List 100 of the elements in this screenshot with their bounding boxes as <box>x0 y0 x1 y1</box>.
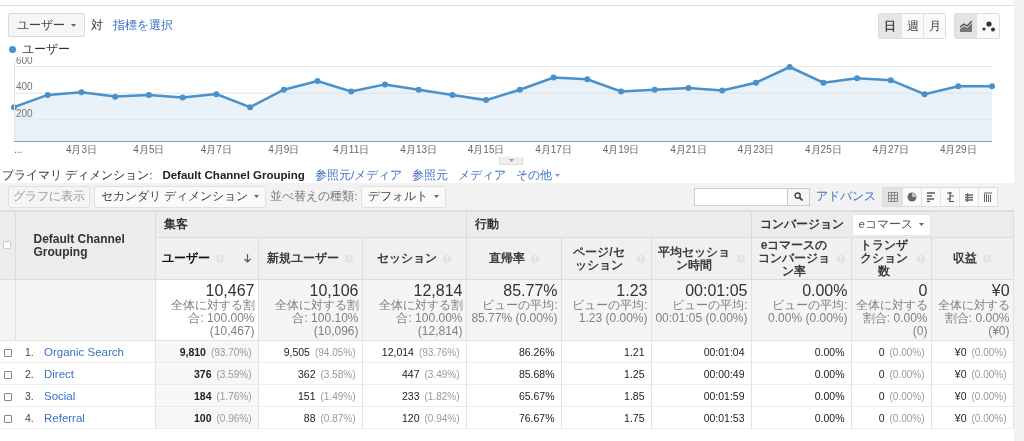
more-menu[interactable]: その他 <box>516 167 561 183</box>
data-point <box>719 87 726 94</box>
axis-label: 4月9日 <box>268 144 300 155</box>
channel-link[interactable]: Direct <box>44 367 75 380</box>
total-note: 全体に対する割合: 100.10% (10,096) <box>273 299 359 338</box>
cell-share: (3.59%) <box>216 368 252 380</box>
data-point <box>280 86 287 93</box>
column-header[interactable]: 収益 <box>953 252 977 265</box>
axis-label: 4月11日 <box>333 144 370 155</box>
cell-share: (0.00%) <box>889 346 925 358</box>
sort-type-label: 並べ替えの種類: <box>270 189 358 204</box>
cell-value: 362 <box>297 367 316 380</box>
axis-label: 200 <box>16 107 33 119</box>
cell-value: ¥0 <box>954 389 967 402</box>
total-value: 12,814 <box>412 282 463 299</box>
data-point <box>112 93 119 100</box>
total-note: 全体に対する割合: 0.00% (¥0) <box>936 299 1010 338</box>
metric-dropdown[interactable]: ユーザー <box>8 13 85 37</box>
cell-share: (0.94%) <box>424 412 460 424</box>
cell-value: ¥0 <box>954 345 967 358</box>
cell-value: 184 <box>193 389 212 402</box>
channel-link[interactable]: Referral <box>44 411 85 424</box>
channel-link[interactable]: Organic Search <box>44 345 124 358</box>
axis-label: 4月25日 <box>805 144 842 155</box>
cell-share: (0.96%) <box>216 412 252 424</box>
pie-chart-icon <box>907 191 917 202</box>
conversion-type-dropdown[interactable]: eコマース <box>851 213 931 236</box>
cell-share: (0.87%) <box>320 412 356 424</box>
axis-label: ... <box>14 144 23 155</box>
axis-label: 4月23日 <box>737 144 775 155</box>
data-point <box>145 91 152 98</box>
column-group-header: 集客 <box>163 218 188 231</box>
cell-value: 9,505 <box>283 345 310 358</box>
data-point <box>78 89 85 96</box>
row-checkbox[interactable] <box>3 370 12 379</box>
total-value: 1.23 <box>615 282 648 299</box>
versus-label: 対 <box>91 17 103 33</box>
total-value: 0.00% <box>801 282 848 299</box>
channel-link[interactable]: Social <box>44 389 76 402</box>
interval-tab[interactable]: 日 <box>879 14 901 38</box>
cell-share: (94.05%) <box>314 346 356 358</box>
cell-share: (1.82%) <box>424 390 460 402</box>
cell-value: 233 <box>401 389 420 402</box>
sort-type-dropdown[interactable]: デフォルト <box>361 185 447 208</box>
column-header[interactable]: ユーザー <box>162 252 210 265</box>
legend-dot <box>9 45 16 53</box>
cell-share: (0.00%) <box>971 390 1007 402</box>
row-checkbox[interactable] <box>3 348 12 357</box>
sort-arrow-icon[interactable] <box>244 254 251 263</box>
total-note: ビューの平均: 00:01:05 (0.00%) <box>654 299 748 325</box>
data-point <box>449 91 456 98</box>
select-all-checkbox[interactable] <box>3 241 12 249</box>
advanced-link[interactable]: アドバンス <box>816 189 876 204</box>
total-value: 85.77% <box>502 282 558 299</box>
axis-label: 4月7日 <box>200 144 232 155</box>
bubbles-icon <box>981 20 995 32</box>
total-note: 全体に対する割合: 100.00% (12,814) <box>377 299 463 338</box>
data-point <box>550 74 557 81</box>
row-checkbox[interactable] <box>3 414 12 423</box>
interval-tab[interactable]: 月 <box>923 14 945 38</box>
data-point <box>854 75 861 82</box>
secondary-dimension-dropdown[interactable]: セカンダリ ディメンション <box>94 185 267 208</box>
bar-list-icon <box>926 191 936 202</box>
data-point <box>685 85 692 91</box>
axis-label: 4月21日 <box>670 144 707 155</box>
axis-label: 4月13日 <box>400 144 438 155</box>
data-point <box>584 76 591 83</box>
column-group-header: コンバージョン <box>759 218 844 231</box>
row-number: 2. <box>25 367 35 380</box>
axis-label: 4月17日 <box>535 144 572 155</box>
cell-share: (0.00%) <box>971 412 1007 424</box>
collapse-tab[interactable] <box>499 157 523 165</box>
data-point <box>483 97 490 104</box>
axis-label: 4月5日 <box>133 144 165 155</box>
search-field[interactable] <box>694 187 810 206</box>
data-point <box>415 86 422 93</box>
dimension-option[interactable]: Default Channel Grouping <box>162 169 305 181</box>
interval-tab[interactable]: 週 <box>901 14 923 38</box>
axis-label: 4月15日 <box>467 144 505 155</box>
cell-value: 447 <box>401 367 420 380</box>
column-header[interactable]: セッション <box>377 252 437 265</box>
row-checkbox[interactable] <box>3 392 12 401</box>
total-note: 全体に対する割合: 0.00% (0) <box>854 299 928 338</box>
line-chart-icon <box>959 20 973 32</box>
chart-mode-button[interactable] <box>977 14 999 38</box>
total-value: 00:01:05 <box>684 282 748 299</box>
cell-share: (0.00%) <box>889 412 925 424</box>
view-button[interactable] <box>883 187 902 206</box>
cell-value: ¥0 <box>954 367 967 380</box>
row-number: 1. <box>25 345 35 358</box>
dimension-option[interactable]: 参照元 <box>412 167 449 183</box>
search-button[interactable] <box>787 188 809 205</box>
dimension-option[interactable]: 参照元/メディア <box>314 167 403 183</box>
search-icon <box>794 192 803 201</box>
cell-share: (1.76%) <box>216 390 252 402</box>
caret-icon <box>254 195 260 198</box>
caret-icon <box>434 195 440 198</box>
dimension-option[interactable]: メディア <box>458 167 507 183</box>
column-header[interactable]: 直帰率 <box>488 252 525 265</box>
select-metric-link[interactable]: 指標を選択 <box>113 17 173 33</box>
